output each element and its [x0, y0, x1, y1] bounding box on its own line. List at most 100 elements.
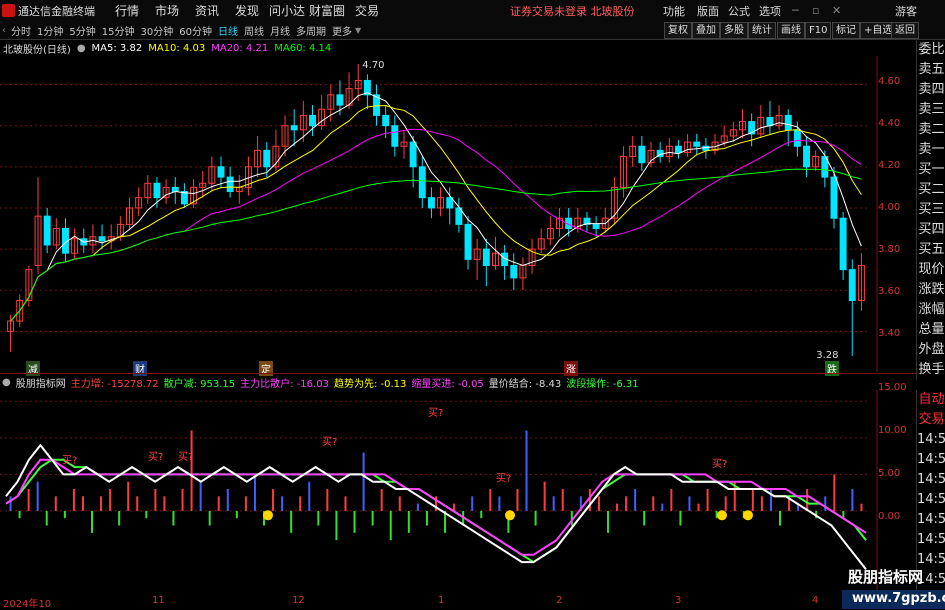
candle-body [263, 149, 271, 168]
menu-item-trade[interactable]: 交易 [347, 2, 387, 19]
menu-item-ask[interactable]: 问小达 [267, 2, 307, 19]
menu-item-guest[interactable]: 游客 [895, 3, 917, 19]
tab-daily[interactable]: 日线 [215, 23, 241, 38]
indicator-settings-icon[interactable]: ● [2, 377, 11, 388]
tab-15min[interactable]: 15分钟 [99, 23, 138, 38]
side-item[interactable]: 总量 [917, 320, 945, 340]
side-item[interactable]: 卖五 [917, 60, 945, 80]
candle-body [592, 223, 600, 230]
side-item[interactable]: 委比 [917, 40, 945, 60]
candle-body [446, 197, 454, 209]
tool-stats[interactable]: 统计 [748, 22, 776, 39]
candle-body [409, 141, 417, 168]
menu-item-function[interactable]: 功能 [663, 3, 685, 19]
date-tick: 11 [152, 595, 165, 606]
candle-body [674, 145, 682, 153]
indicator-tick: 0.00 [878, 511, 901, 522]
time-item: 14:56 [917, 512, 945, 527]
side-item[interactable]: 换手 [917, 360, 945, 380]
menu-item-options[interactable]: 选项 [759, 3, 781, 19]
ma20-line [10, 128, 862, 322]
side-item[interactable]: 买三 [917, 200, 945, 220]
candle-body [391, 125, 399, 147]
buy-signal-marker: 买? [496, 473, 511, 485]
price-tick: 4.00 [878, 202, 901, 213]
time-item: 14:56 [917, 492, 945, 507]
menu-item-formula[interactable]: 公式 [728, 3, 750, 19]
time-item: 14:56 [917, 472, 945, 487]
tab-fenshi[interactable]: 分时 [8, 23, 34, 38]
side-item[interactable]: 买五 [917, 240, 945, 260]
indicator-field: 量价结合: -8.43 [488, 378, 562, 390]
candle-body [793, 129, 801, 147]
tab-1min[interactable]: 1分钟 [34, 23, 66, 38]
candle-body [803, 145, 811, 168]
date-tick: 2024年10 [3, 599, 52, 610]
side-item[interactable]: 涨跌 [917, 280, 945, 300]
side-item[interactable]: 买二 [917, 180, 945, 200]
date-tick: 2 [556, 595, 563, 606]
menu-item-markets[interactable]: 市场 [147, 2, 187, 19]
indicator-chart[interactable]: 买? 买? 买? 买? 买? 买? 买? [0, 390, 878, 594]
tool-overlay[interactable]: 叠加 [692, 22, 720, 39]
menu-item-news[interactable]: 资讯 [187, 2, 227, 19]
tab-monthly[interactable]: 月线 [267, 23, 293, 38]
menu-item-wealth[interactable]: 财富圈 [307, 2, 347, 19]
time-item: 14:56 [917, 452, 945, 467]
login-notice[interactable]: 证券交易未登录 北玻股份 [510, 3, 635, 19]
side-item[interactable]: 买一 [917, 160, 945, 180]
ma20-label: MA20: 4.21 [211, 42, 269, 54]
tab-multi-period[interactable]: 多周期 [293, 23, 329, 38]
candle-body [427, 197, 435, 209]
side-item[interactable]: 卖一 [917, 140, 945, 160]
menu-item-market[interactable]: 行情 [107, 2, 147, 19]
candle-body [98, 236, 106, 242]
menu-item-discover[interactable]: 发现 [227, 2, 267, 19]
tool-mark[interactable]: 标记 [832, 22, 860, 39]
price-tick: 4.40 [878, 118, 901, 129]
tab-more[interactable]: 更多 [329, 23, 355, 38]
tab-nav-left-icon[interactable]: ‹ [0, 25, 8, 36]
minimize-icon[interactable]: ─ [792, 4, 799, 17]
tab-weekly[interactable]: 周线 [241, 23, 267, 38]
side-item[interactable]: 卖三 [917, 100, 945, 120]
indicator-tick: 10.00 [878, 425, 907, 436]
restore-icon[interactable]: ▫ [812, 4, 819, 17]
date-tick: 1 [438, 595, 445, 606]
auto-trade-label[interactable]: 交易 [917, 410, 945, 430]
price-chart[interactable]: 4.70 3.28 [0, 56, 878, 372]
tab-60min[interactable]: 60分钟 [176, 23, 215, 38]
chevron-down-icon[interactable]: ▼ [355, 26, 361, 35]
tool-fuquan[interactable]: 复权 [664, 22, 692, 39]
menu-item-layout[interactable]: 版面 [697, 3, 719, 19]
candle-body [464, 223, 472, 260]
period-tab-bar: ‹ 分时 1分钟 5分钟 15分钟 30分钟 60分钟 日线 周线 月线 多周期… [0, 21, 945, 40]
tab-30min[interactable]: 30分钟 [137, 23, 176, 38]
side-item[interactable]: 外盘 [917, 340, 945, 360]
ma5-label: MA5: 3.82 [91, 42, 143, 54]
side-item[interactable]: 卖二 [917, 120, 945, 140]
candle-body [693, 141, 701, 147]
settings-dot-icon[interactable]: ● [77, 43, 86, 54]
buy-signal-marker: 买? [428, 407, 443, 419]
side-item[interactable]: 涨幅 [917, 300, 945, 320]
close-icon[interactable]: ✕ [832, 4, 841, 17]
side-item[interactable]: 买四 [917, 220, 945, 240]
tool-f10[interactable]: F10 [805, 22, 832, 39]
high-price-label: 4.70 [362, 60, 384, 71]
candle-body [171, 186, 179, 192]
price-tick: 4.60 [878, 76, 901, 87]
side-item[interactable]: 现价 [917, 260, 945, 280]
auto-trade-toggle[interactable]: 自动 [917, 390, 945, 410]
buy-signal-marker: 买? [62, 454, 77, 466]
tool-multi-stock[interactable]: 多股 [720, 22, 748, 39]
candle-body [309, 114, 316, 127]
indicator-info-row: ● 股朋指标网 主力增: -15278.72 散户减: 953.15 主力比散户… [0, 373, 916, 390]
quote-side-panel: 委比 卖五 卖四 卖三 卖二 卖一 买一 买二 买三 买四 买五 现价 涨跌 涨… [916, 40, 945, 380]
tool-back[interactable]: 返回 [891, 22, 919, 39]
tool-draw[interactable]: 画线 [777, 22, 805, 39]
tab-5min[interactable]: 5分钟 [66, 23, 98, 38]
side-item[interactable]: 卖四 [917, 80, 945, 100]
ma60-label: MA60: 4.14 [274, 42, 332, 54]
date-tick: 3 [675, 595, 682, 606]
